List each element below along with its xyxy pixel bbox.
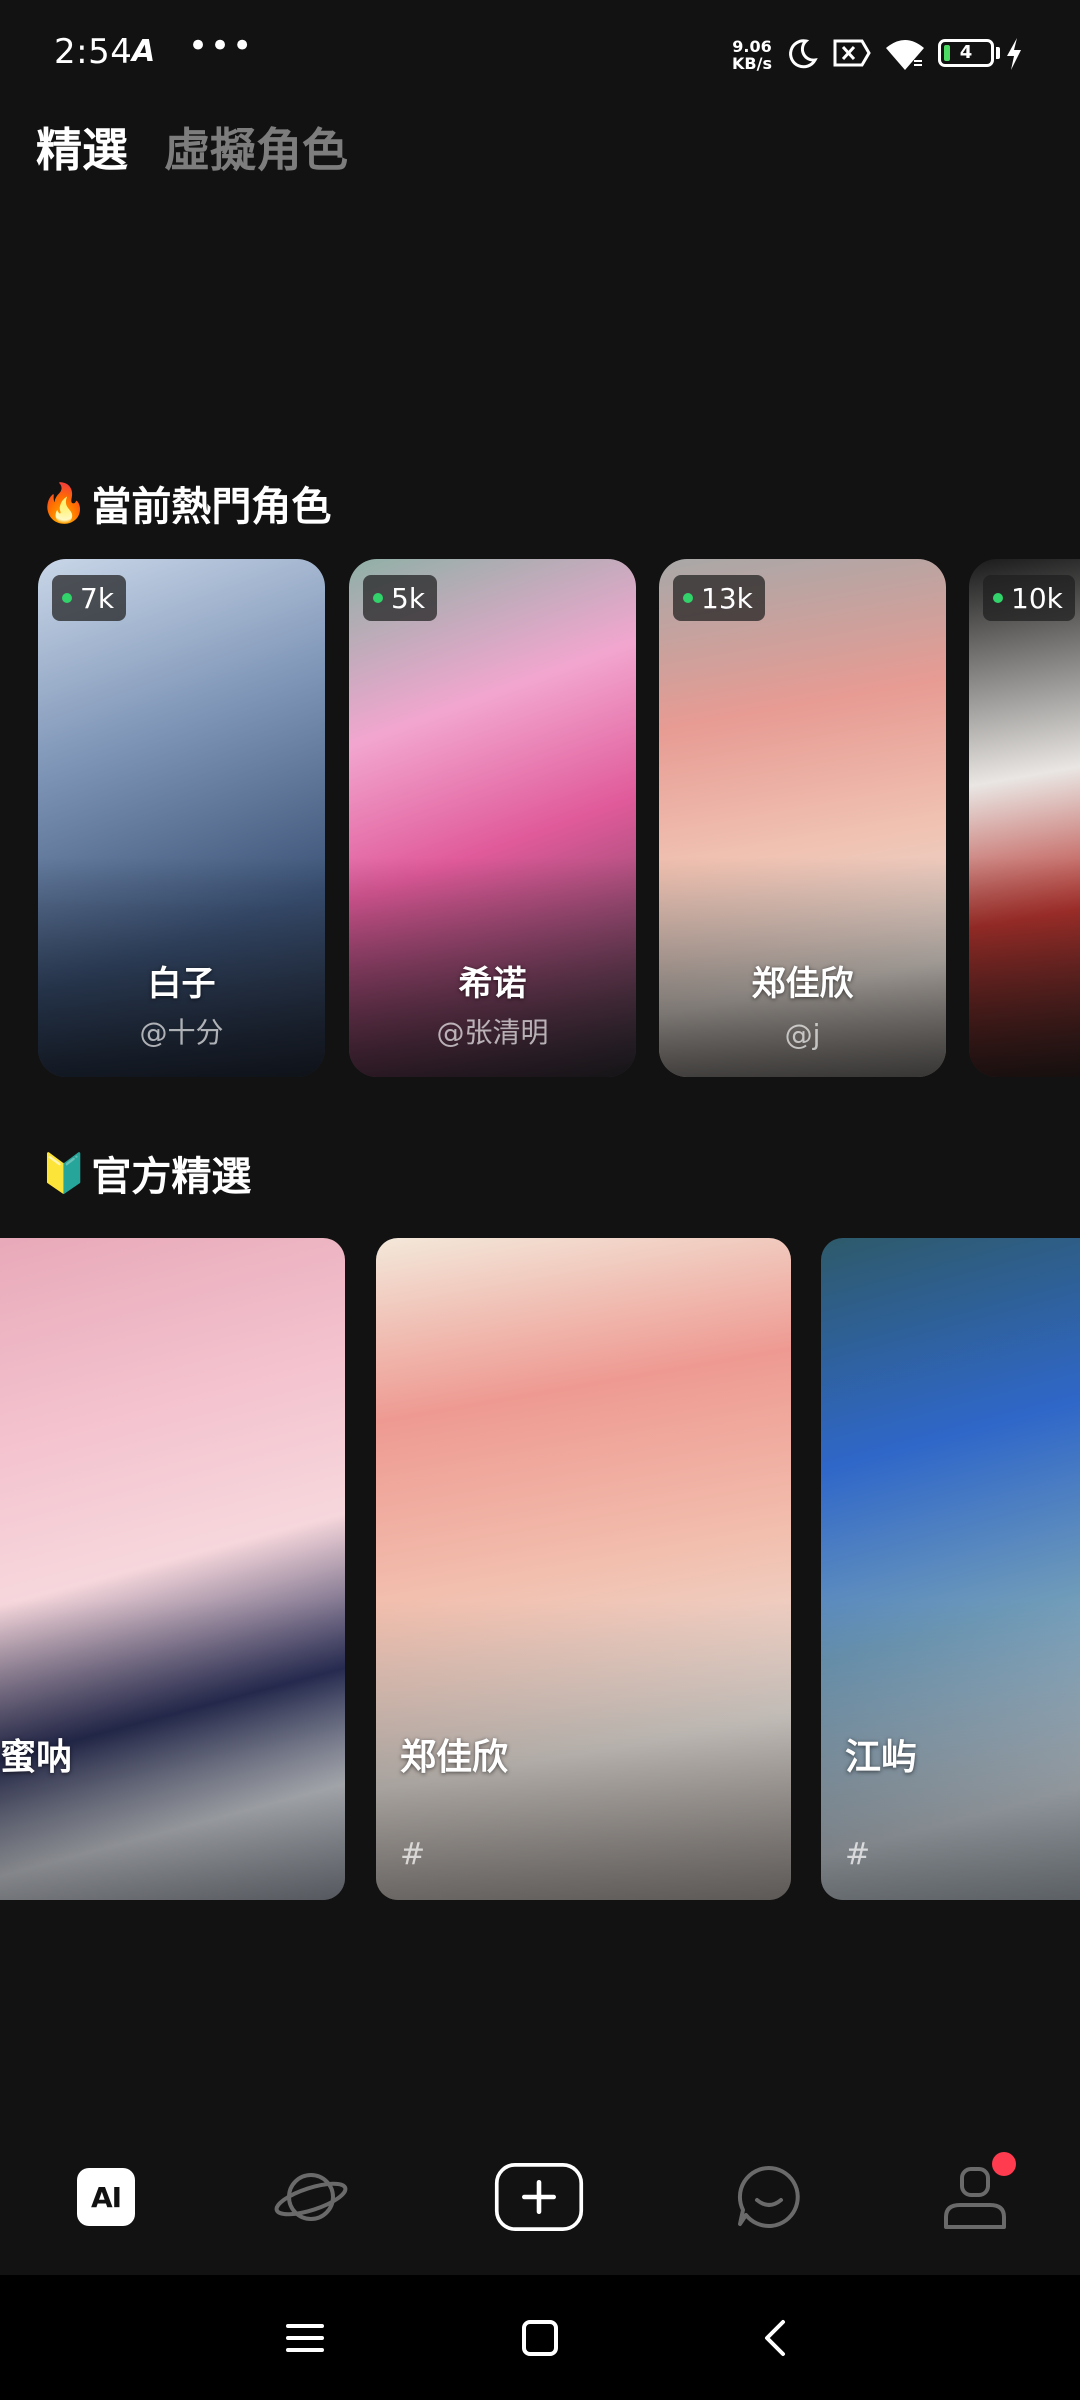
character-name: 郑佳欣 [751,964,854,1004]
official-character-card[interactable]: 蜜呐 [0,1238,345,1900]
nav-ai[interactable]: AI [61,2152,151,2242]
nav-create[interactable] [494,2152,584,2242]
character-name: 蜜呐 [0,1737,73,1778]
app-notification-icon: A [132,34,156,69]
bottom-navigation: AI [0,2120,1080,2270]
character-card[interactable]: 13k 郑佳欣 @j [659,559,946,1077]
online-dot-icon [683,593,693,603]
beginner-badge-icon: 🔰 [40,1150,88,1195]
online-count-badge: 7k [52,575,127,621]
tab-featured[interactable]: 精選 [36,114,128,180]
nav-chat[interactable] [724,2152,814,2242]
official-section-title: 🔰 官方精選 [40,1150,252,1201]
fire-icon: 🔥 [40,480,88,525]
character-name: 白子 [147,964,216,1004]
online-dot-icon [373,593,383,603]
character-author: @张清明 [436,1016,549,1049]
recent-apps-button[interactable] [280,2313,330,2363]
character-card[interactable]: 5k 希诺 @张清明 [349,559,636,1077]
character-tag: # [845,1837,871,1872]
online-count-badge: 10k [983,575,1075,621]
online-count-badge: 13k [673,575,765,621]
official-picks-carousel[interactable]: 蜜呐 郑佳欣 # 江屿 # [0,1238,1080,1902]
system-navigation-bar [0,2275,1080,2400]
official-character-card[interactable]: 郑佳欣 # [376,1238,791,1900]
nav-explore[interactable] [266,2152,356,2242]
hot-section-title: 🔥 當前熱門角色 [40,480,332,531]
ai-icon: AI [77,2168,135,2226]
create-plus-icon [494,2163,584,2231]
back-icon [765,2320,785,2356]
more-notifications-icon: ••• [188,26,255,66]
character-card[interactable]: 7k 白子 @十分 [38,559,325,1077]
online-dot-icon [993,593,1003,603]
chat-icon [737,2165,800,2228]
character-author: @j [784,1018,821,1051]
online-dot-icon [62,593,72,603]
character-name: 沈 [969,956,1080,1005]
hot-characters-carousel[interactable]: 7k 白子 @十分 5k 希诺 @张清明 13k 郑佳欣 @j 10k 沈 @ [38,559,1080,1079]
network-speed: 9.06 KB/s [732,37,772,73]
nav-profile[interactable] [930,2152,1020,2242]
character-author: @十分 [139,1016,224,1049]
home-icon [522,2320,558,2356]
character-author: @ [969,1018,1080,1051]
top-tabs: 精選 虛擬角色 [36,114,348,180]
notification-dot [992,2152,1016,2176]
character-card[interactable]: 10k 沈 @ [969,559,1080,1077]
character-name: 郑佳欣 [400,1737,509,1778]
do-not-disturb-icon [789,39,818,69]
back-button[interactable] [750,2313,800,2363]
planet-icon [274,2173,348,2221]
no-sim-icon [833,39,871,67]
character-name: 希诺 [458,964,527,1004]
status-time: 2:54 [54,32,133,72]
wifi-icon [886,40,924,70]
online-count-badge: 5k [363,575,438,621]
battery-icon: 4 [938,39,994,67]
home-button[interactable] [515,2313,565,2363]
menu-icon [286,2324,324,2352]
character-tag: # [400,1837,426,1872]
status-bar: 2:54 A ••• 9.06 KB/s 4 [0,0,1080,108]
charging-icon [1007,38,1021,70]
tab-virtual-characters[interactable]: 虛擬角色 [164,114,348,180]
character-name: 江屿 [845,1737,918,1778]
official-character-card[interactable]: 江屿 # [821,1238,1080,1900]
